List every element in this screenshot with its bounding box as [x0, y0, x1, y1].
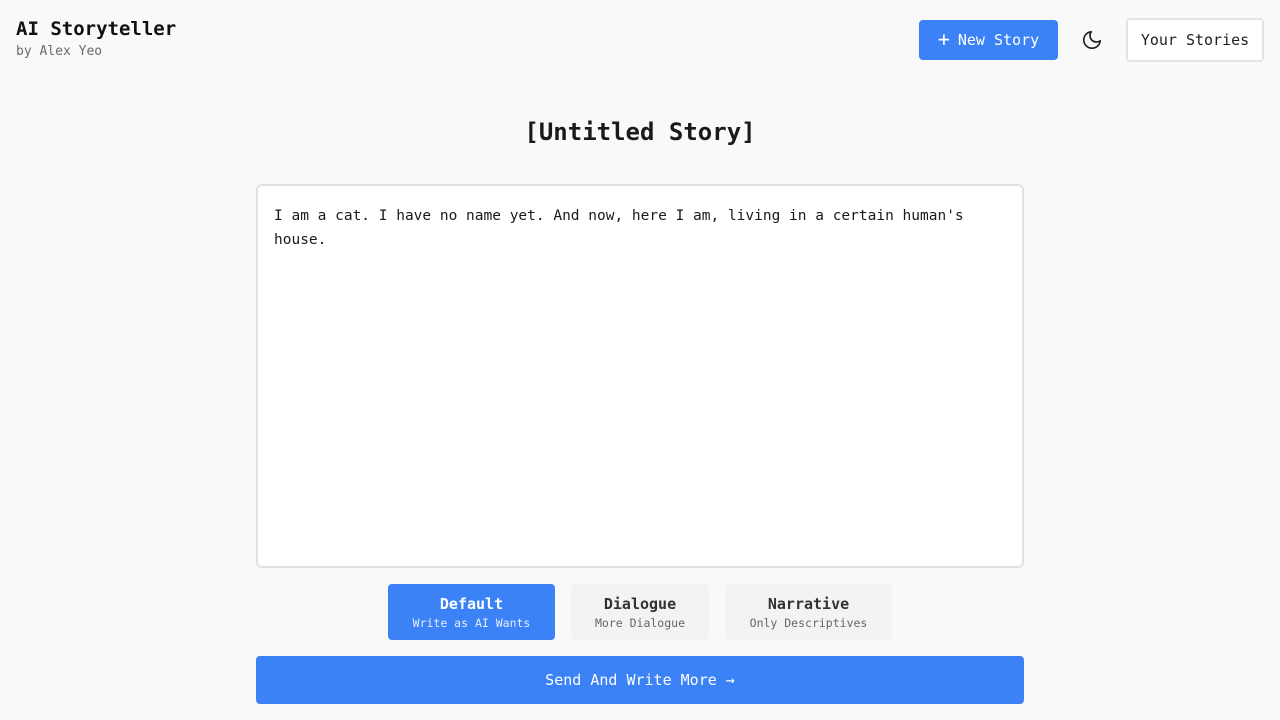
mode-description: Only Descriptives [749, 616, 868, 630]
mode-description: Write as AI Wants [412, 616, 531, 630]
app-title: AI Storyteller [16, 18, 177, 40]
brand: AI Storyteller by Alex Yeo [16, 18, 176, 60]
mode-label: Default [439, 595, 504, 613]
mode-narrative-button[interactable]: Narrative Only Descriptives [725, 584, 892, 640]
mode-label: Dialogue [603, 595, 677, 613]
app-page: AI Storyteller by Alex Yeo + New Story Y… [0, 0, 1280, 720]
theme-toggle-button[interactable] [1078, 26, 1106, 54]
send-and-write-more-button[interactable]: Send And Write More → [256, 656, 1024, 704]
moon-icon [1082, 30, 1102, 50]
story-editor[interactable]: I am a cat. I have no name yet. And now,… [256, 184, 1024, 568]
mode-description: More Dialogue [594, 616, 685, 630]
plus-icon: + [937, 27, 950, 51]
new-story-label: New Story [957, 31, 1040, 49]
your-stories-button[interactable]: Your Stories [1126, 18, 1264, 62]
byline: by Alex Yeo [16, 44, 103, 59]
mode-default-button[interactable]: Default Write as AI Wants [388, 584, 555, 640]
mode-dialogue-button[interactable]: Dialogue More Dialogue [571, 584, 709, 640]
mode-label: Narrative [767, 595, 850, 613]
new-story-button[interactable]: + New Story [919, 20, 1058, 60]
story-title[interactable]: [Untitled Story] [0, 116, 1280, 148]
